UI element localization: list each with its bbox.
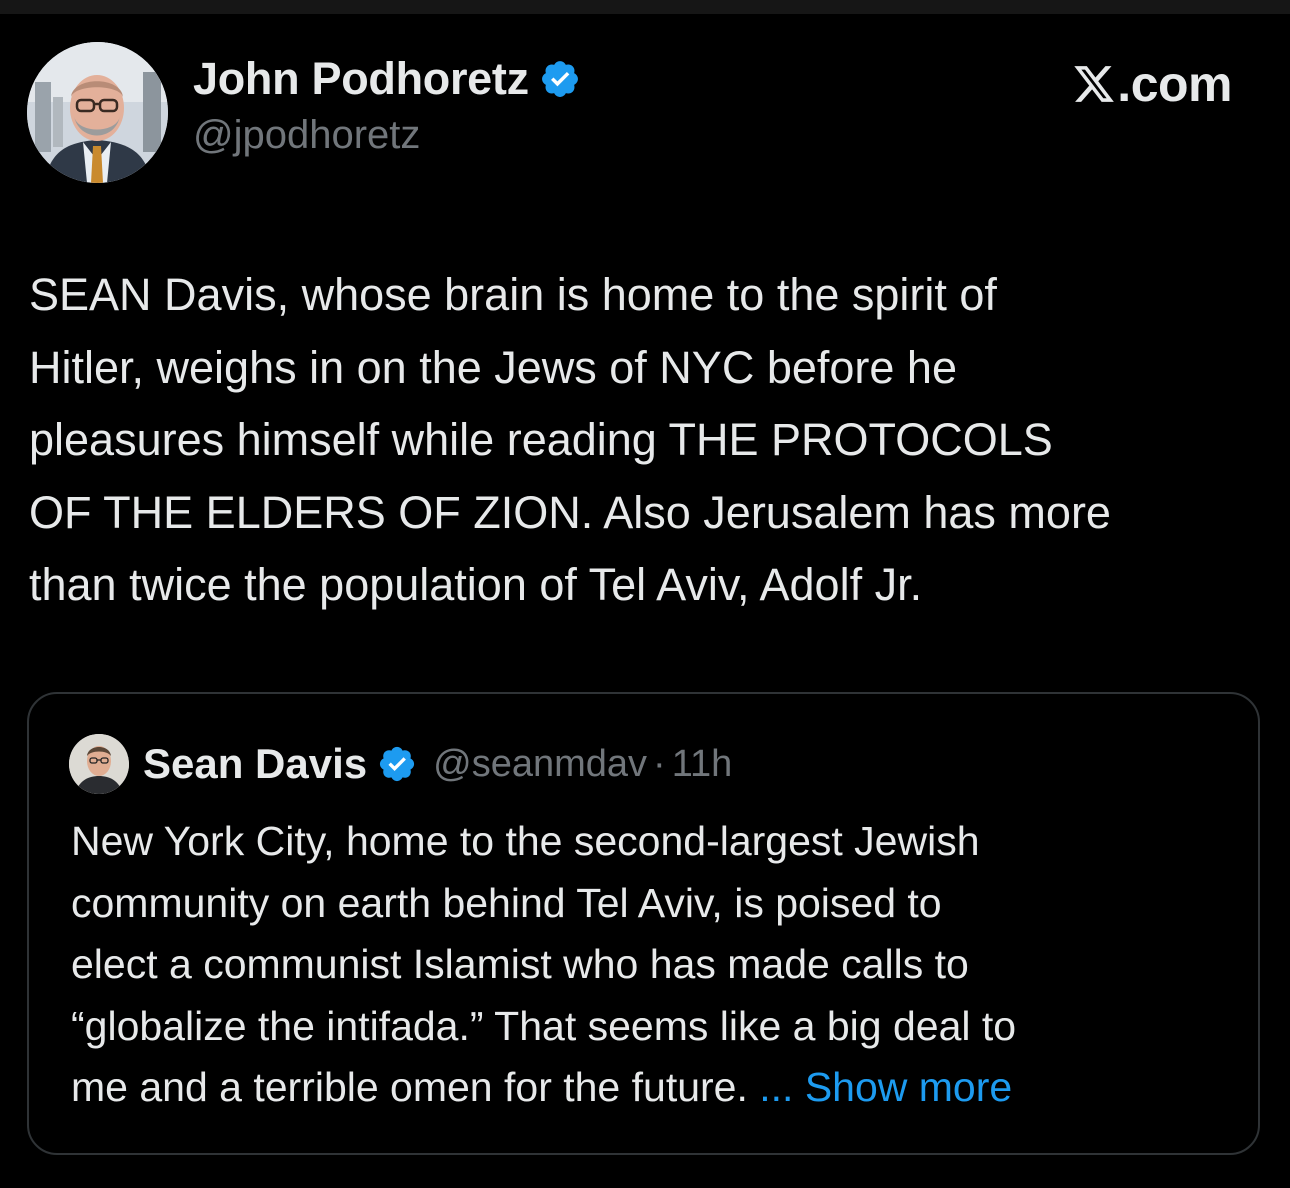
tweet-text-line: pleasures himself while reading THE PROT… [29,414,1053,465]
tweet-text-line: than twice the population of Tel Aviv, A… [29,559,923,610]
tweet-text: SEAN Davis, whose brain is home to the s… [29,259,1274,622]
tweet-text-line: SEAN Davis, whose brain is home to the s… [29,269,997,320]
author-avatar[interactable] [27,42,168,183]
x-logo-icon [1074,66,1115,102]
meta-separator: · [653,742,666,785]
quoted-tweet-text: New York City, home to the second-larges… [71,811,1241,1119]
verified-badge-icon [380,746,415,782]
logo-domain-text: .com [1117,56,1232,112]
quoted-author-avatar[interactable] [69,734,129,794]
tweet-text-line: OF THE ELDERS OF ZION. Also Jerusalem ha… [29,486,1111,538]
quoted-author-name[interactable]: Sean Davis [143,740,367,788]
verified-badge-icon [541,61,578,97]
author-name-row: John Podhoretz [193,53,581,105]
author-handle[interactable]: @jpodhoretz [193,113,420,158]
quoted-tweet-card[interactable]: Sean Davis @seanmdav · 11h New York City… [27,692,1260,1155]
quoted-text-line: New York City, home to the second-larges… [71,818,980,864]
quoted-tweet-header: Sean Davis @seanmdav · 11h [143,738,732,790]
quoted-author-handle[interactable]: @seanmdav [433,743,647,786]
tweet-text-line: Hitler, weighs in on the Jews of NYC bef… [29,341,957,393]
top-status-strip [0,0,1290,14]
quoted-tweet-timestamp[interactable]: 11h [672,743,733,786]
show-more-link[interactable]: ... Show more [759,1064,1012,1110]
x-com-logo: .com [1071,55,1232,113]
quoted-text-line: “globalize the intifada.” That seems lik… [71,1002,1017,1049]
quoted-text-line: community on earth behind Tel Aviv, is p… [71,879,942,926]
author-name[interactable]: John Podhoretz [193,53,529,105]
quoted-text-line: me and a terrible omen for the future. [71,1064,760,1110]
quoted-text-line-last: me and a terrible omen for the future. .… [71,1057,1241,1119]
quoted-text-line: elect a communist Islamist who has made … [71,941,969,987]
